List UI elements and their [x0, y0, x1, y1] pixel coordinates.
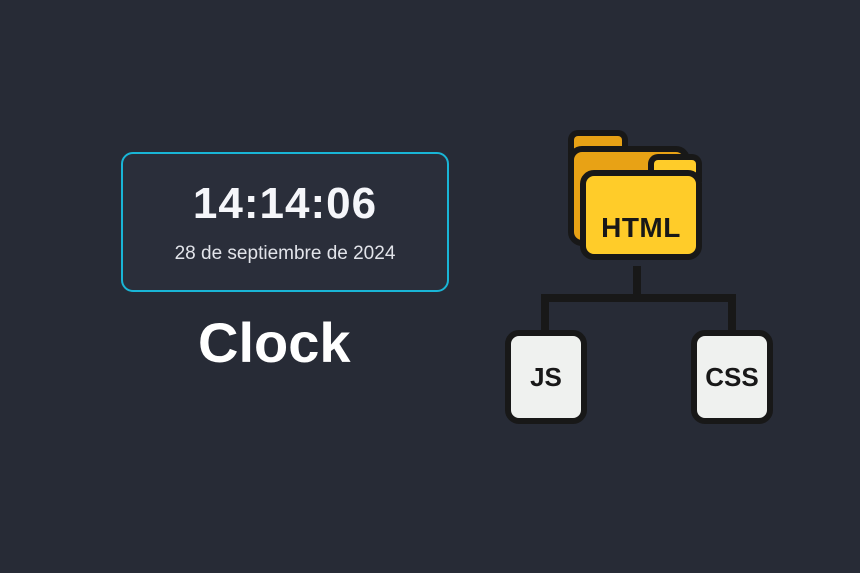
connector-line: [541, 294, 736, 302]
time-display: 14:14:06: [193, 179, 377, 229]
date-display: 28 de septiembre de 2024: [175, 243, 396, 265]
js-file-icon: JS: [505, 330, 587, 424]
clock-widget: 14:14:06 28 de septiembre de 2024: [121, 152, 449, 292]
css-file-label: CSS: [705, 362, 758, 393]
html-folder-label: HTML: [601, 212, 681, 244]
page-title: Clock: [198, 310, 351, 375]
js-file-label: JS: [530, 362, 562, 393]
connector-line: [541, 294, 549, 334]
connector-line: [728, 294, 736, 334]
css-file-icon: CSS: [691, 330, 773, 424]
html-folder-icon: HTML: [560, 140, 710, 270]
file-structure-diagram: HTML JS CSS: [505, 140, 775, 420]
